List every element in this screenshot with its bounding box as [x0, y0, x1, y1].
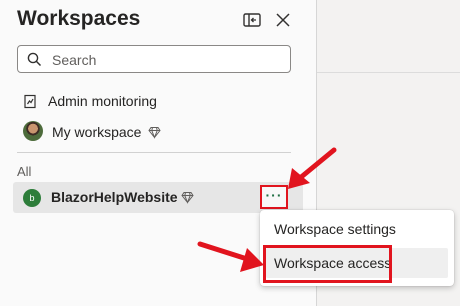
- nav-item-label: My workspace: [52, 124, 142, 140]
- search-icon: [27, 52, 42, 72]
- menu-item-workspace-settings[interactable]: Workspace settings: [266, 214, 448, 244]
- annotation-arrow: [288, 147, 337, 189]
- highlight-box: [263, 245, 392, 283]
- workspace-name: BlazorHelpWebsite: [51, 189, 178, 205]
- avatar: [23, 121, 43, 141]
- content-divider: [317, 72, 460, 73]
- search-input[interactable]: [50, 49, 284, 71]
- close-icon[interactable]: [273, 10, 293, 30]
- pin-panel-icon[interactable]: [242, 10, 262, 30]
- nav-item-label: Admin monitoring: [48, 93, 157, 109]
- premium-diamond-icon: [181, 191, 194, 209]
- annotation-arrow: [197, 241, 264, 272]
- search-box[interactable]: [17, 45, 291, 73]
- premium-diamond-icon: [148, 126, 161, 144]
- workspace-row-blazorhelpwebsite[interactable]: b BlazorHelpWebsite ···: [13, 182, 303, 213]
- section-label-all: All: [17, 164, 32, 179]
- panel-title: Workspaces: [17, 7, 141, 30]
- workspace-avatar: b: [23, 189, 41, 207]
- nav-item-admin-monitoring[interactable]: Admin monitoring: [17, 89, 297, 115]
- nav-item-my-workspace[interactable]: My workspace: [17, 120, 297, 146]
- section-divider: [17, 152, 291, 153]
- admin-monitoring-icon: [23, 94, 38, 114]
- menu-item-label: Workspace settings: [274, 221, 396, 237]
